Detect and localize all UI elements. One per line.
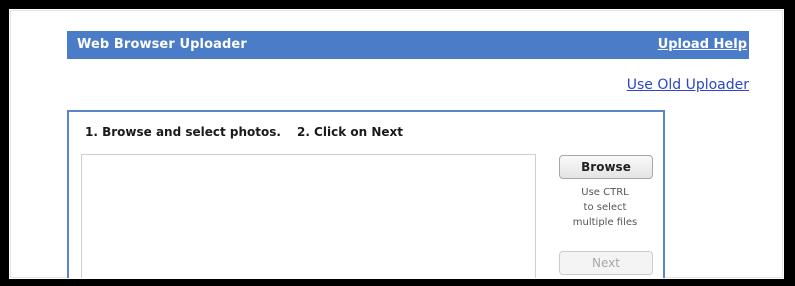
browse-button[interactable]: Browse xyxy=(559,155,653,179)
multi-select-hint: Use CTRL to select multiple files xyxy=(555,185,655,230)
uploader-title: Web Browser Uploader xyxy=(77,37,247,52)
hint-line: multiple files xyxy=(572,217,638,228)
uploader-window: Web Browser Uploader Upload Help Use Old… xyxy=(9,9,784,279)
step-two-text: 2. Click on Next xyxy=(296,125,403,139)
uploader-header: Web Browser Uploader Upload Help xyxy=(67,31,749,59)
hint-line: Use CTRL xyxy=(581,187,629,198)
next-button[interactable]: Next xyxy=(559,251,653,275)
hint-line: to select xyxy=(583,202,627,213)
upload-panel: 1. Browse and select photos. 2. Click on … xyxy=(67,110,665,278)
selected-files-list[interactable] xyxy=(81,154,536,278)
use-old-uploader-link[interactable]: Use Old Uploader xyxy=(627,77,749,93)
instructions: 1. Browse and select photos. 2. Click on … xyxy=(85,125,403,139)
upload-help-link[interactable]: Upload Help xyxy=(658,37,747,52)
step-one-text: 1. Browse and select photos. xyxy=(85,125,281,139)
